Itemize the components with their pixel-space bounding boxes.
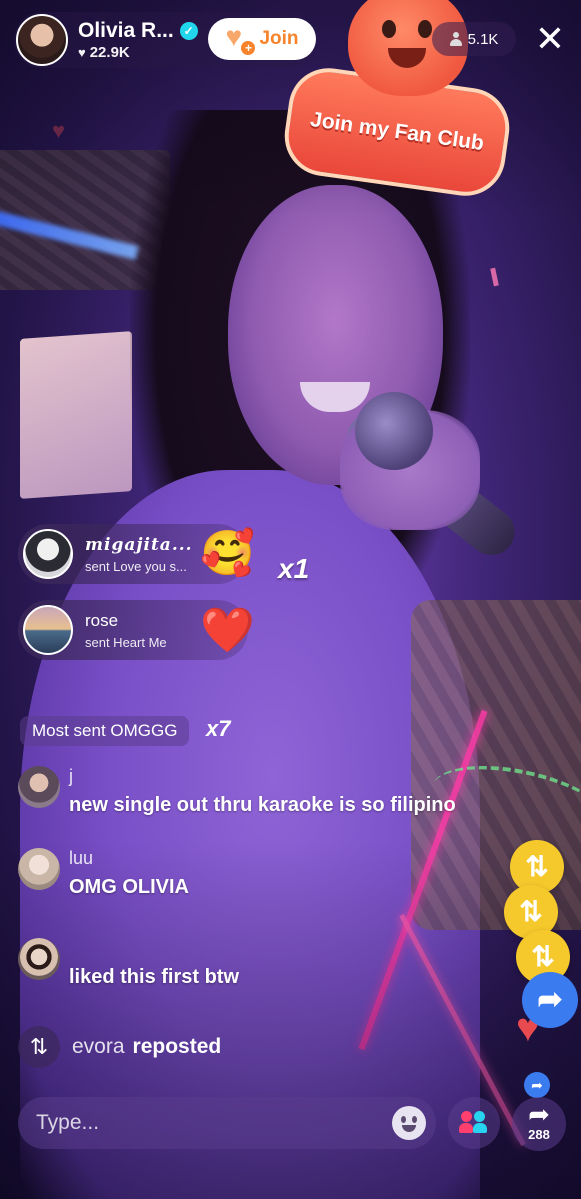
host-likes-count: 22.9K <box>89 44 130 61</box>
host-likes: ♥ 22.9K <box>78 44 198 61</box>
gift-combo-count: x1 <box>278 553 310 584</box>
gift-description: sent Heart Me <box>85 634 167 650</box>
repost-action: reposted <box>132 1035 222 1058</box>
person-icon <box>449 32 462 46</box>
comment-text: liked this first btw <box>69 966 240 988</box>
person-body <box>473 1123 487 1133</box>
repost-icon: ⇅ <box>18 1026 60 1068</box>
person-head <box>461 1111 472 1122</box>
comment-item[interactable]: j new single out thru karaoke is so fili… <box>18 766 518 826</box>
comment-text: OMG OLIVIA <box>69 876 189 898</box>
comment-item[interactable]: luu OMG OLIVIA <box>18 848 518 908</box>
floating-heart-icon: ♥ <box>52 118 66 143</box>
repost-notice: ⇅ evora reposted <box>18 1026 221 1068</box>
share-button[interactable]: ➦ 288 <box>512 1097 566 1151</box>
comment-item[interactable]: liked this first btw <box>18 938 518 998</box>
commenter-name[interactable]: luu <box>69 848 93 869</box>
comment-text: new single out thru karaoke is so filipi… <box>69 794 456 816</box>
verified-badge-icon: ✓ <box>179 22 198 40</box>
people-icon <box>459 1111 487 1135</box>
emoji-icon[interactable] <box>392 1106 426 1140</box>
commenter-name[interactable]: j <box>69 766 73 787</box>
gift-sender-name: rose <box>85 610 119 630</box>
viewer-count[interactable]: 5.1K <box>432 22 516 56</box>
host-name: Olivia R... <box>78 19 174 42</box>
most-sent-banner: Most sent OMGGG <box>20 716 190 746</box>
share-small-icon: ➦ <box>524 1072 550 1098</box>
mascot-eye <box>382 20 396 38</box>
viewer-count-value: 5.1K <box>467 30 499 48</box>
heart-me-icon: ❤️ <box>200 606 255 655</box>
host-meta: Olivia R... ✓ ♥ 22.9K <box>78 19 198 61</box>
multi-guest-button[interactable] <box>448 1097 500 1149</box>
commenter-avatar[interactable] <box>18 766 60 808</box>
mascot-mouth <box>388 48 426 68</box>
repost-user[interactable]: evora <box>72 1035 125 1059</box>
commenter-avatar[interactable] <box>18 848 60 890</box>
heart-plus-icon <box>225 25 256 55</box>
share-arrow-icon: ➦ <box>528 1099 550 1129</box>
person-head <box>474 1111 485 1122</box>
comment-input-placeholder[interactable]: Type... <box>36 1111 392 1135</box>
share-count: 288 <box>528 1127 550 1142</box>
close-button[interactable]: ✕ <box>532 21 568 58</box>
love-you-bear-icon: 🥰 <box>200 529 255 578</box>
most-sent-combo: x7 <box>206 716 231 741</box>
gift-meta: migajita... sent Love you s... <box>85 535 193 574</box>
heart-icon: ♥ <box>78 45 86 60</box>
fan-club-label: Join my Fan Club <box>308 107 486 156</box>
host-name-row: Olivia R... ✓ <box>78 19 198 43</box>
host-avatar[interactable] <box>16 14 68 66</box>
commenter-avatar[interactable] <box>18 938 60 980</box>
mascot-eye <box>418 20 432 38</box>
comment-input[interactable]: Type... <box>18 1097 436 1149</box>
gift-sender-avatar[interactable] <box>23 529 73 579</box>
gift-sender-name: migajita... <box>85 534 193 555</box>
gift-description: sent Love you s... <box>85 558 187 574</box>
gift-sender-avatar[interactable] <box>23 605 73 655</box>
share-bubble-icon: ➦ <box>522 972 578 1028</box>
gift-meta: rose sent Heart Me <box>85 611 167 650</box>
person-body <box>459 1123 473 1133</box>
